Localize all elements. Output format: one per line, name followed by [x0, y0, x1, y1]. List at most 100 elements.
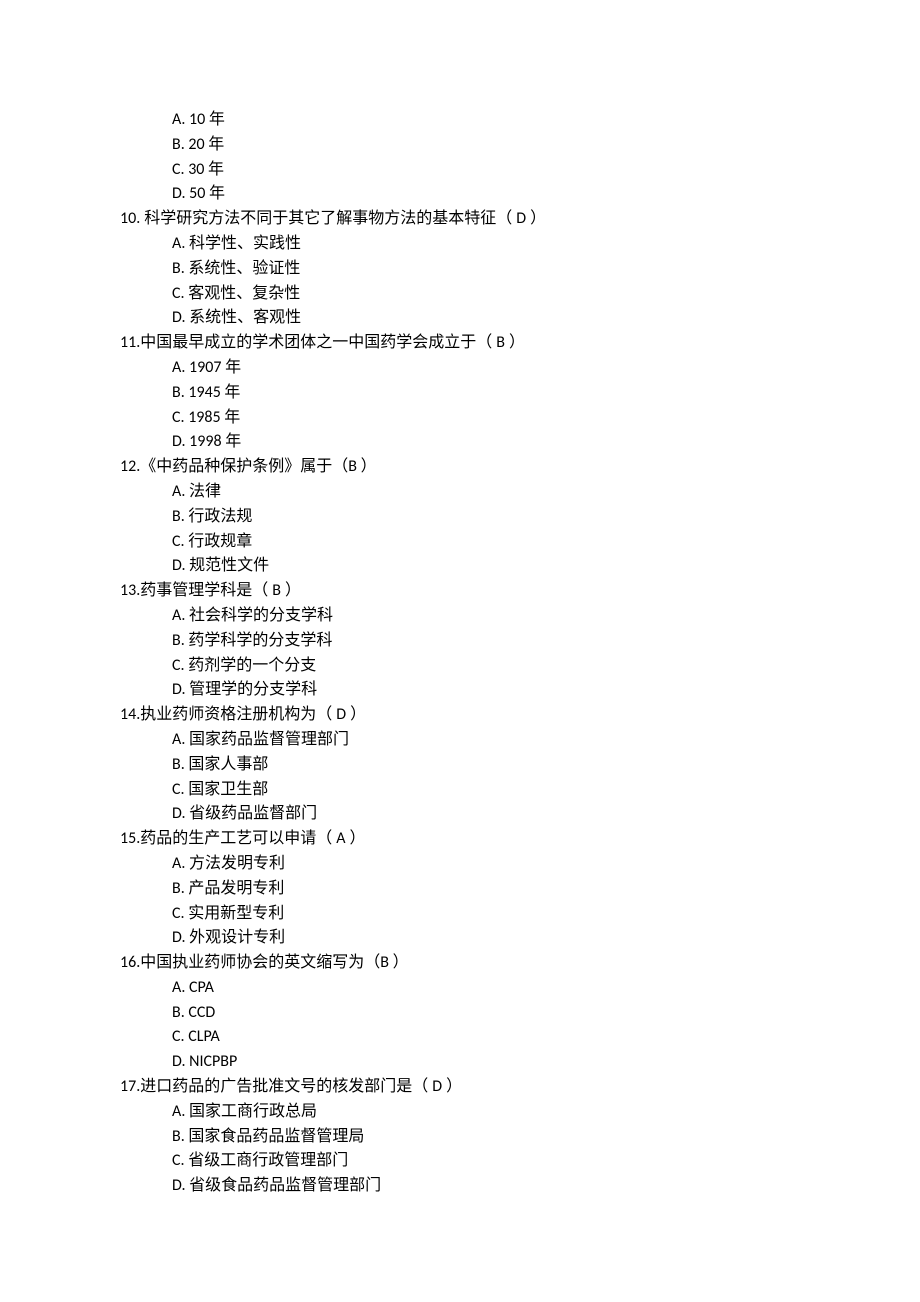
list-item: C. 客观性、复杂性: [120, 282, 920, 307]
option-text: 行政法规: [188, 508, 252, 525]
list-item: B. 国家食品药品监督管理局: [120, 1125, 920, 1150]
list-item: B. 药学科学的分支学科: [120, 629, 920, 654]
option-text: 实用新型专利: [188, 905, 284, 922]
option-label: C.: [172, 780, 188, 799]
question-tail: ）: [281, 582, 301, 599]
question-stem: 《中药品种保护条例》属于（: [140, 458, 348, 475]
question-stem: 科学研究方法不同于其它了解事物方法的基本特征（: [144, 210, 516, 227]
option-label: A.: [172, 482, 189, 501]
option-text: 年: [209, 111, 225, 128]
list-item: B. 产品发明专利: [120, 877, 920, 902]
question-number: 14.: [120, 705, 140, 724]
question-answer: A: [336, 829, 345, 848]
option-text: 国家卫生部: [188, 781, 268, 798]
question-tail: ）: [526, 210, 546, 227]
question-number: 15.: [120, 829, 140, 848]
option-label: D.: [172, 804, 189, 823]
option-text: 药剂学的一个分支: [188, 657, 316, 674]
option-label: D. 1998: [172, 432, 225, 451]
option-text: 管理学的分支学科: [189, 681, 317, 698]
list-item: D. 管理学的分支学科: [120, 678, 920, 703]
question-answer: B: [496, 333, 505, 352]
option-label: A.: [172, 1102, 189, 1121]
option-label: B. CCD: [172, 1003, 215, 1022]
option-label: B.: [172, 755, 188, 774]
option-label: A.: [172, 606, 189, 625]
option-label: D. NICPBP: [172, 1052, 237, 1071]
list-item: A. 法律: [120, 480, 920, 505]
list-item: D. NICPBP: [120, 1050, 920, 1075]
option-label: C. 1985: [172, 408, 224, 427]
list-item: A. 国家工商行政总局: [120, 1100, 920, 1125]
question-stem: 进口药品的广告批准文号的核发部门是（: [140, 1078, 432, 1095]
option-label: C.: [172, 532, 188, 551]
question-tail: ）: [442, 1078, 462, 1095]
list-item: A. 科学性、实践性: [120, 232, 920, 257]
question-tail: ）: [361, 458, 377, 475]
list-item: C. 药剂学的一个分支: [120, 654, 920, 679]
question-stem: 中国最早成立的学术团体之一中国药学会成立于（: [140, 334, 496, 351]
question-13: 13.药事管理学科是（ B ）: [120, 579, 920, 604]
question-12: 12.《中药品种保护条例》属于（B ）: [120, 455, 920, 480]
option-text: 省级药品监督部门: [189, 805, 317, 822]
question-answer: B: [348, 457, 360, 476]
question-number: 11.: [120, 333, 140, 352]
option-text: 年: [225, 359, 241, 376]
option-text: 方法发明专利: [189, 855, 285, 872]
list-item: B. 系统性、验证性: [120, 257, 920, 282]
option-text: 法律: [189, 483, 221, 500]
option-label: C.: [172, 656, 188, 675]
question-stem: 中国执业药师协会的英文缩写为（: [140, 954, 380, 971]
option-label: C.: [172, 904, 188, 923]
question-tail: ）: [346, 706, 366, 723]
option-label: B.: [172, 1127, 188, 1146]
question-stem: 药品的生产工艺可以申请（: [140, 830, 336, 847]
option-text: 年: [209, 185, 225, 202]
question-tail: ）: [346, 830, 366, 847]
option-text: 社会科学的分支学科: [189, 607, 333, 624]
option-label: D.: [172, 680, 189, 699]
question-16: 16.中国执业药师协会的英文缩写为（B ）: [120, 951, 920, 976]
option-text: 药学科学的分支学科: [188, 632, 332, 649]
question-tail: ）: [505, 334, 525, 351]
question-answer: D: [516, 209, 526, 228]
option-text: 年: [224, 409, 240, 426]
option-label: C. CLPA: [172, 1027, 220, 1046]
list-item: A. 社会科学的分支学科: [120, 604, 920, 629]
question-number: 10.: [120, 209, 140, 228]
list-item: B. 行政法规: [120, 505, 920, 530]
question-number: 16.: [120, 953, 140, 972]
list-item: D. 50 年: [120, 182, 920, 207]
list-item: C. 国家卫生部: [120, 778, 920, 803]
list-item: C. 30 年: [120, 158, 920, 183]
list-item: A. 方法发明专利: [120, 852, 920, 877]
option-label: D.: [172, 556, 189, 575]
option-label: A.: [172, 854, 189, 873]
question-15: 15.药品的生产工艺可以申请（ A ）: [120, 827, 920, 852]
list-item: A. CPA: [120, 976, 920, 1001]
option-text: 省级食品药品监督管理部门: [189, 1177, 381, 1194]
question-number: 13.: [120, 581, 140, 600]
option-text: 客观性、复杂性: [188, 285, 300, 302]
option-label: D.: [172, 928, 189, 947]
question-11: 11.中国最早成立的学术团体之一中国药学会成立于（ B ）: [120, 331, 920, 356]
option-text: 国家工商行政总局: [189, 1103, 317, 1120]
question-number: 17.: [120, 1077, 140, 1096]
question-10: 10. 科学研究方法不同于其它了解事物方法的基本特征（ D ）: [120, 207, 920, 232]
option-label: D. 50: [172, 184, 209, 203]
list-item: D. 外观设计专利: [120, 926, 920, 951]
option-label: A.: [172, 730, 189, 749]
option-label: B.: [172, 507, 188, 526]
list-item: C. 行政规章: [120, 530, 920, 555]
option-text: 年: [225, 433, 241, 450]
question-answer: D: [336, 705, 346, 724]
option-text: 国家食品药品监督管理局: [188, 1128, 364, 1145]
option-text: 国家人事部: [188, 756, 268, 773]
list-item: B. 1945 年: [120, 381, 920, 406]
document-body: A. 10 年 B. 20 年 C. 30 年 D. 50 年 10. 科学研究…: [120, 108, 920, 1199]
option-text: 年: [208, 161, 224, 178]
list-item: C. 省级工商行政管理部门: [120, 1149, 920, 1174]
option-label: D.: [172, 308, 189, 327]
option-text: 系统性、客观性: [189, 309, 301, 326]
option-label: C. 30: [172, 160, 208, 179]
